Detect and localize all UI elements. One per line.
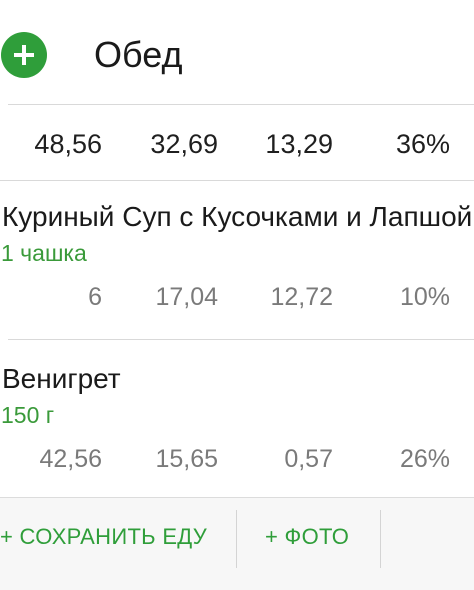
add-photo-button[interactable]: + ФОТО (265, 514, 349, 560)
meal-screen: Обед 48,56 32,69 13,29 36% Куриный Суп с… (0, 0, 474, 590)
add-food-button[interactable] (1, 32, 47, 78)
food-serving: 150 г (1, 402, 55, 428)
food-value-2: 15,65 (155, 445, 218, 473)
action-bar: + СОХРАНИТЬ ЕДУ + ФОТО (0, 497, 474, 590)
save-food-button[interactable]: + СОХРАНИТЬ ЕДУ (0, 514, 207, 560)
food-value-1: 6 (88, 283, 102, 311)
food-value-3: 0,57 (284, 445, 333, 473)
food-serving: 1 чашка (1, 240, 87, 266)
food-name: Куриный Суп с Кусочками и Лапшой (2, 201, 473, 232)
food-values-row: 6 17,04 12,72 10% (0, 279, 474, 315)
food-value-3: 12,72 (270, 283, 333, 311)
total-value-1: 48,56 (34, 129, 102, 159)
food-item[interactable]: Куриный Суп с Кусочками и Лапшой 1 чашка… (0, 199, 474, 329)
meal-header: Обед (0, 0, 474, 104)
food-values-row: 42,56 15,65 0,57 26% (0, 441, 474, 477)
divider (0, 180, 474, 181)
meal-title: Обед (94, 34, 183, 75)
action-separator (236, 510, 237, 568)
food-value-4: 26% (399, 445, 450, 473)
food-name: Венигрет (2, 363, 121, 394)
food-value-1: 42,56 (39, 445, 102, 473)
food-value-4: 10% (399, 283, 450, 311)
action-separator (380, 510, 381, 568)
food-item[interactable]: Венигрет 150 г 42,56 15,65 0,57 26% (0, 361, 474, 491)
total-value-4: 36% (395, 129, 450, 159)
total-value-3: 13,29 (265, 129, 333, 159)
food-value-2: 17,04 (155, 283, 218, 311)
plus-icon (12, 43, 36, 67)
total-value-2: 32,69 (150, 129, 218, 159)
meal-totals-row: 48,56 32,69 13,29 36% (0, 126, 474, 166)
divider (8, 104, 474, 105)
divider (8, 339, 474, 340)
